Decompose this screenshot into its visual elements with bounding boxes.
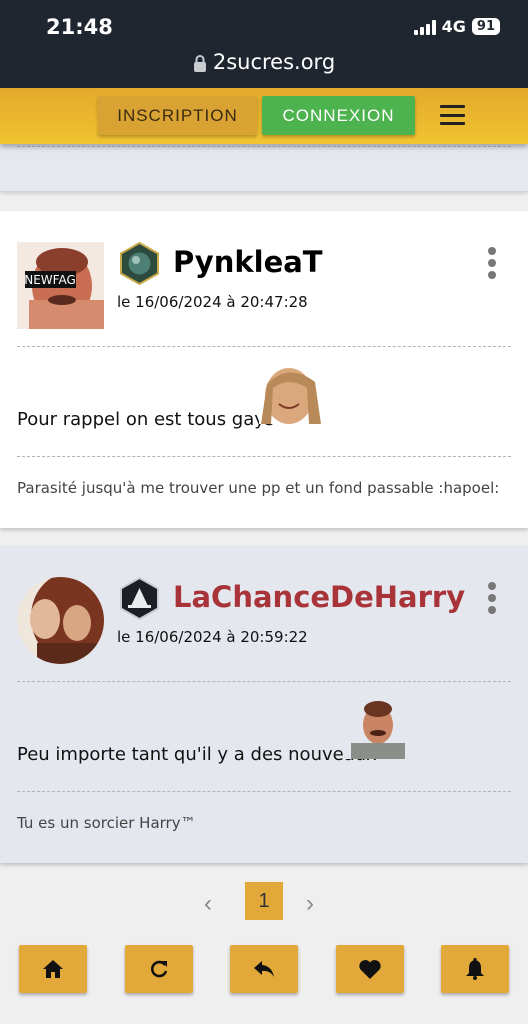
refresh-icon xyxy=(151,960,168,978)
battery-icon: 91 xyxy=(471,18,500,35)
home-button[interactable] xyxy=(19,945,87,993)
heart-icon xyxy=(359,959,381,979)
top-nav: INSCRIPTION CONNEXION xyxy=(0,88,528,144)
author-name[interactable]: LaChanceDeHarry xyxy=(173,580,465,614)
divider xyxy=(17,456,511,457)
message-card: LaChanceDeHarry le 16/06/2024 à 20:59:22… xyxy=(0,546,528,863)
bell-icon xyxy=(466,958,484,980)
favorite-button[interactable] xyxy=(336,945,404,993)
divider xyxy=(17,791,511,792)
pagination: ‹ 1 › xyxy=(0,881,528,921)
more-options-icon[interactable] xyxy=(486,247,498,279)
reply-button[interactable] xyxy=(230,945,298,993)
message-text: Pour rappel on est tous gays xyxy=(17,409,275,430)
status-indicators: 4G 91 xyxy=(413,17,500,36)
next-page-icon[interactable]: › xyxy=(306,890,314,918)
prev-page-icon[interactable]: ‹ xyxy=(204,890,212,918)
current-page[interactable]: 1 xyxy=(245,882,283,920)
inscription-button[interactable]: INSCRIPTION xyxy=(98,96,257,135)
more-options-icon[interactable] xyxy=(486,582,498,614)
rank-badge-icon xyxy=(120,576,159,621)
network-label: 4G xyxy=(441,17,466,36)
message-card: NEWFAG PynkleaT le 16/06/2024 à 20:47:28… xyxy=(0,211,528,528)
author-name[interactable]: PynkleaT xyxy=(173,245,323,279)
divider xyxy=(17,346,511,347)
message-date[interactable]: le 16/06/2024 à 20:47:28 xyxy=(117,293,308,311)
menu-icon[interactable] xyxy=(440,105,465,125)
sticker-image xyxy=(259,366,325,424)
clock: 21:48 xyxy=(46,15,113,39)
message-text: Peu importe tant qu'il y a des nouveaux xyxy=(17,744,377,765)
refresh-button[interactable] xyxy=(125,945,193,993)
previous-message-stub xyxy=(0,144,528,192)
message-date[interactable]: le 16/06/2024 à 20:59:22 xyxy=(117,628,308,646)
signature: Parasité jusqu'à me trouver une pp et un… xyxy=(17,479,500,497)
notification-button[interactable] xyxy=(441,945,509,993)
connexion-button[interactable]: CONNEXION xyxy=(262,96,415,135)
sticker-image xyxy=(345,701,411,759)
avatar[interactable]: NEWFAG xyxy=(17,242,104,329)
signature: Tu es un sorcier Harry™ xyxy=(17,814,196,832)
reply-icon xyxy=(254,961,274,977)
bottom-toolbar xyxy=(0,945,528,993)
status-bar: 21:48 4G 91 2sucres.org xyxy=(0,0,528,88)
lock-icon xyxy=(193,55,206,72)
avatar[interactable] xyxy=(17,577,104,664)
url-bar[interactable]: 2sucres.org xyxy=(0,50,528,74)
signal-icon xyxy=(413,19,436,35)
divider xyxy=(17,681,511,682)
home-icon xyxy=(43,960,63,978)
rank-badge-icon xyxy=(120,241,159,286)
avatar-caption: NEWFAG xyxy=(24,273,76,287)
url-text: 2sucres.org xyxy=(212,50,336,74)
